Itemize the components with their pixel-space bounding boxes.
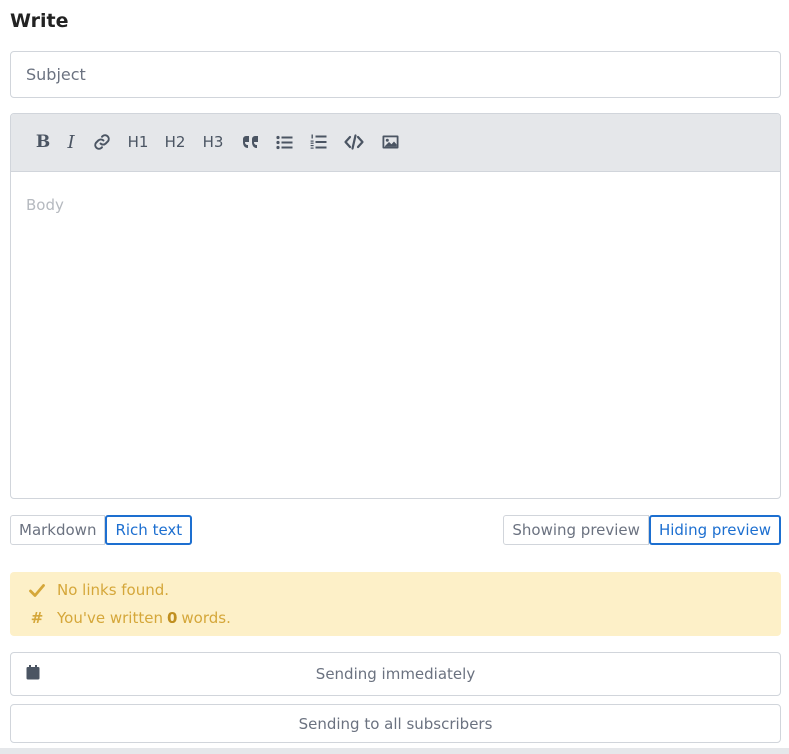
editor-mode-toggle: Markdown Rich text	[10, 515, 193, 545]
link-button[interactable]	[91, 128, 113, 156]
word-count-prefix: You've written	[57, 609, 163, 627]
quote-button[interactable]	[240, 128, 260, 156]
hash-icon: #	[30, 609, 44, 627]
calendar-icon	[26, 665, 40, 684]
h1-button[interactable]: H1	[127, 128, 149, 156]
bold-button[interactable]: B	[34, 128, 52, 156]
page-title: Write	[10, 10, 69, 32]
schedule-button[interactable]: Sending immediately	[10, 652, 781, 696]
word-count-status: # You've written 0 words.	[28, 608, 231, 628]
links-status: No links found.	[28, 580, 169, 600]
italic-button[interactable]: I	[64, 128, 78, 156]
showing-preview-button[interactable]: Showing preview	[503, 515, 649, 545]
code-icon	[344, 134, 364, 150]
image-icon	[382, 135, 399, 149]
bullet-list-icon	[275, 135, 293, 150]
preview-toggle: Showing preview Hiding preview	[503, 515, 781, 545]
check-icon	[28, 583, 46, 597]
editor-notice: No links found. # You've written 0 words…	[10, 572, 781, 636]
body-textarea[interactable]: Body	[11, 172, 780, 498]
audience-label: Sending to all subscribers	[298, 714, 493, 733]
audience-button[interactable]: Sending to all subscribers	[10, 704, 781, 743]
subject-input[interactable]	[10, 51, 781, 98]
link-icon	[93, 133, 111, 151]
h2-button[interactable]: H2	[164, 128, 186, 156]
links-status-text: No links found.	[57, 581, 170, 599]
hiding-preview-button[interactable]: Hiding preview	[648, 515, 781, 545]
markdown-mode-button[interactable]: Markdown	[10, 515, 106, 545]
numbered-list-button[interactable]	[308, 128, 328, 156]
bullet-list-button[interactable]	[274, 128, 294, 156]
h3-button[interactable]: H3	[202, 128, 224, 156]
schedule-label: Sending immediately	[315, 665, 476, 683]
image-button[interactable]	[380, 128, 400, 156]
word-count-value: 0	[166, 609, 178, 627]
code-button[interactable]	[343, 128, 365, 156]
numbered-list-icon	[310, 134, 327, 150]
quote-icon	[242, 135, 259, 150]
rich-text-mode-button[interactable]: Rich text	[105, 515, 193, 545]
body-editor: B I H1 H2 H3 Body	[10, 113, 781, 499]
body-placeholder: Body	[26, 196, 64, 214]
editor-toolbar: B I H1 H2 H3	[11, 114, 780, 172]
divider	[0, 748, 789, 754]
word-count-suffix: words.	[181, 609, 231, 627]
